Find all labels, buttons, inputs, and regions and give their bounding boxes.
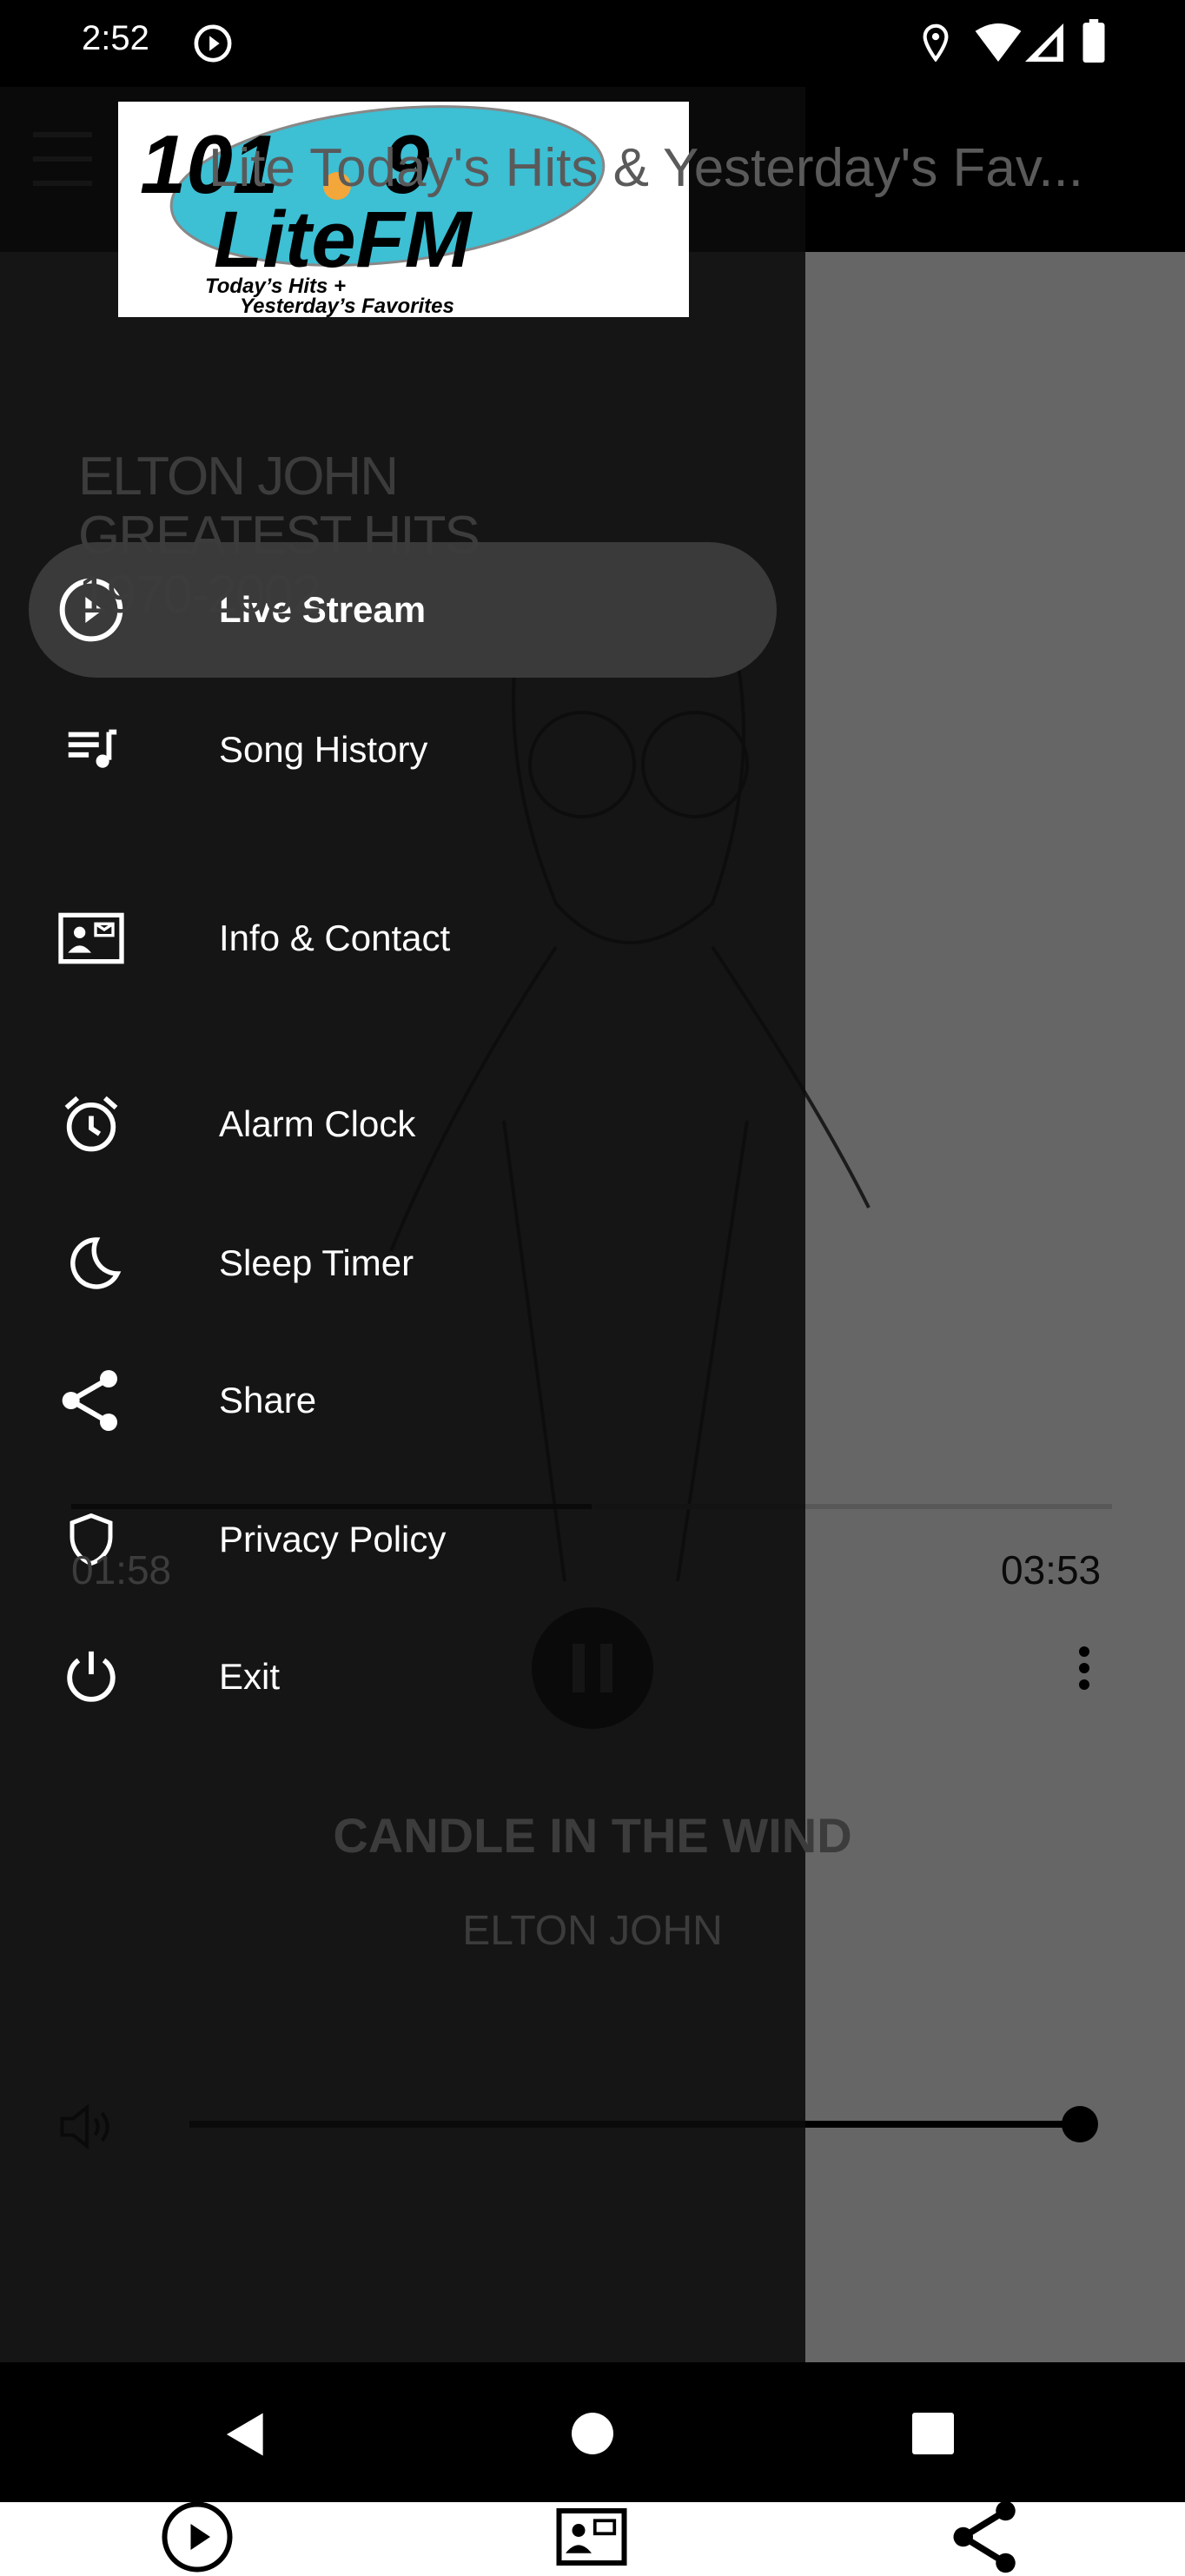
svg-text:Yesterday’s Favorites: Yesterday’s Favorites <box>240 295 454 317</box>
share-icon <box>56 1366 126 1435</box>
drawer-item-label: Privacy Policy <box>219 1519 447 1560</box>
share-icon[interactable] <box>947 2498 1025 2576</box>
album-art-line: 1970-2002 <box>78 565 321 625</box>
power-icon <box>56 1642 126 1712</box>
home-icon[interactable] <box>572 2413 613 2454</box>
playlist-icon <box>56 715 126 785</box>
artist-name: ELTON JOHN <box>462 1908 723 1954</box>
drawer-item-label: Sleep Timer <box>219 1242 414 1283</box>
album-art: ELTON JOHN GREATEST HITS 1970-2002 <box>78 447 480 625</box>
album-art-line: ELTON JOHN <box>78 447 399 507</box>
recents-icon[interactable] <box>912 2413 954 2454</box>
drawer-item-label: Exit <box>219 1656 281 1697</box>
play-circle-icon[interactable] <box>158 2498 236 2576</box>
media-play-icon <box>194 24 232 63</box>
drawer-item-alarm-clock[interactable]: Alarm Clock <box>29 1059 777 1189</box>
app-title: Lite Today's Hits & Yesterday's Fav... <box>209 138 1083 198</box>
navigation-drawer: 101 9 LiteFM Today’s Hits + Yesterday’s … <box>0 87 805 2362</box>
drawer-item-info-contact[interactable]: Info & Contact <box>29 873 777 1003</box>
drawer-item-label: Share <box>219 1380 317 1420</box>
contact-card-icon[interactable] <box>553 2498 631 2576</box>
status-time: 2:52 <box>82 19 149 57</box>
drawer-item-sleep-timer[interactable]: Sleep Timer <box>29 1198 777 1328</box>
alarm-clock-icon <box>56 1089 126 1159</box>
location-icon <box>923 23 949 62</box>
drawer-item-label: Alarm Clock <box>219 1103 416 1144</box>
drawer-item-exit[interactable]: Exit <box>29 1612 777 1742</box>
moon-icon <box>56 1228 126 1298</box>
elapsed-time: 01:58 <box>71 1547 172 1593</box>
duration-time: 03:53 <box>1001 1547 1102 1593</box>
svg-text:LiteFM: LiteFM <box>214 195 473 284</box>
song-title: CANDLE IN THE WIND <box>333 1808 852 1863</box>
status-bar: 2:52 <box>0 0 1185 87</box>
system-nav-bar <box>0 2362 1185 2502</box>
wifi-icon <box>975 23 1022 62</box>
drawer-item-label: Info & Contact <box>219 917 451 958</box>
album-art-line: GREATEST HITS <box>78 506 480 566</box>
back-icon[interactable] <box>224 2411 268 2458</box>
contact-card-icon <box>56 904 126 973</box>
drawer-item-label: Song History <box>219 729 428 770</box>
signal-icon <box>1025 23 1063 62</box>
station-logo: 101 9 LiteFM Today’s Hits + Yesterday’s … <box>118 102 689 317</box>
drawer-item-song-history[interactable]: Song History <box>29 685 777 815</box>
drawer-item-share[interactable]: Share <box>29 1335 777 1466</box>
battery-icon <box>1082 19 1105 63</box>
